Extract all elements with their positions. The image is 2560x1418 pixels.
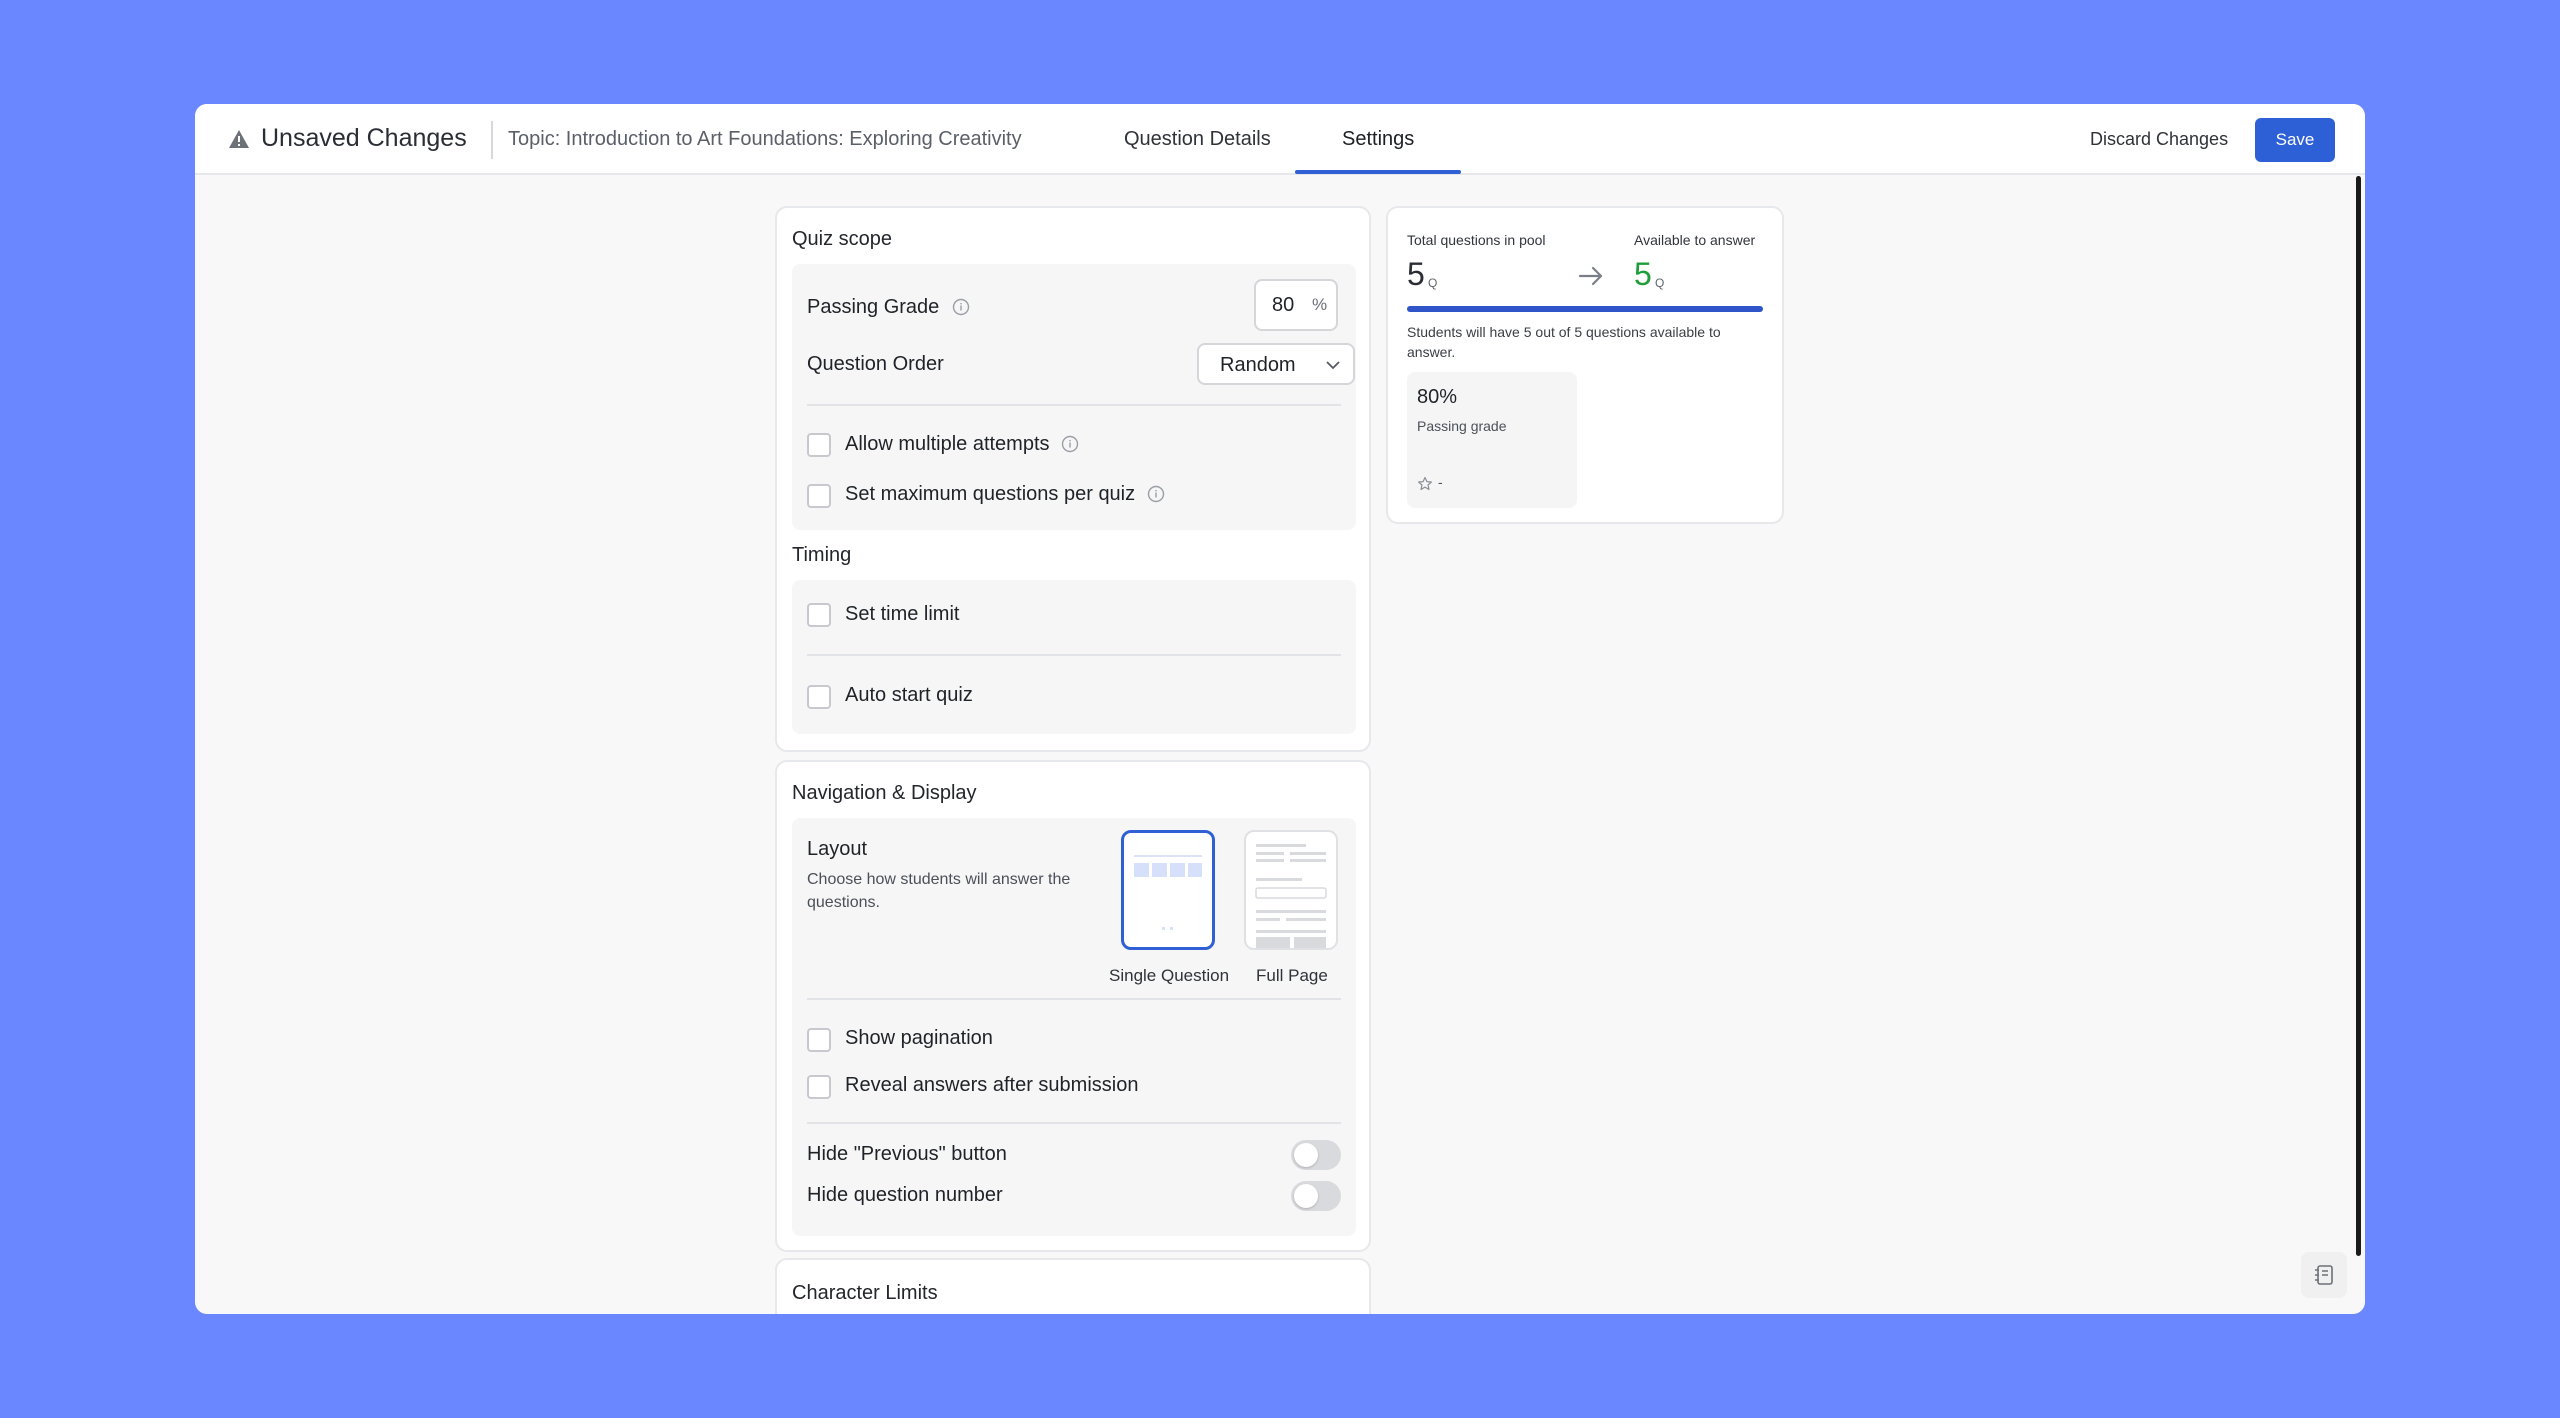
- passing-grade-caption: Passing grade: [1417, 418, 1507, 434]
- allow-multiple-attempts-label: Allow multiple attempts: [845, 433, 1050, 455]
- show-pagination-label: Show pagination: [845, 1027, 993, 1049]
- total-questions-value: 5: [1407, 256, 1425, 292]
- layout-option-full-page[interactable]: [1244, 830, 1338, 950]
- navigation-display-title: Navigation & Display: [792, 782, 977, 804]
- notes-icon: [2315, 1265, 2333, 1285]
- availability-progress-bar: [1407, 306, 1763, 312]
- single-question-preview-icon: [1134, 855, 1202, 930]
- navigation-panel: Layout Choose how students will answer t…: [792, 818, 1356, 1236]
- tab-settings[interactable]: Settings: [1342, 128, 1414, 151]
- set-max-questions-checkbox[interactable]: [807, 484, 831, 508]
- divider: [807, 998, 1341, 1000]
- allow-multiple-attempts-checkbox[interactable]: [807, 433, 831, 457]
- topic-breadcrumb: Topic: Introduction to Art Foundations: …: [508, 128, 1022, 150]
- reveal-answers-checkbox[interactable]: [807, 1075, 831, 1099]
- passing-grade-label: Passing Grade: [807, 296, 940, 318]
- passing-grade-summary: 80% Passing grade -: [1407, 372, 1577, 508]
- full-page-label: Full Page: [1256, 966, 1328, 985]
- question-order-select[interactable]: Random: [1197, 343, 1355, 385]
- hide-previous-label: Hide "Previous" button: [807, 1143, 1007, 1165]
- settings-window: Unsaved Changes Topic: Introduction to A…: [195, 104, 2365, 1314]
- unsaved-changes-title: Unsaved Changes: [261, 124, 467, 152]
- warning-icon: [229, 130, 249, 148]
- available-to-answer-label: Available to answer: [1634, 232, 1756, 248]
- show-pagination-checkbox[interactable]: [807, 1028, 831, 1052]
- reveal-answers-label: Reveal answers after submission: [845, 1074, 1139, 1096]
- availability-note: Students will have 5 out of 5 questions …: [1407, 324, 1721, 360]
- active-tab-indicator: [1295, 170, 1461, 174]
- question-pool-stats-card: Total questions in pool 5 Q Available to…: [1386, 206, 1784, 524]
- hide-previous-toggle[interactable]: [1291, 1140, 1341, 1170]
- discard-changes-button[interactable]: Discard Changes: [2090, 129, 2228, 150]
- info-icon[interactable]: [1061, 435, 1079, 453]
- auto-start-quiz-checkbox[interactable]: [807, 685, 831, 709]
- info-icon[interactable]: [1147, 485, 1165, 503]
- total-questions-label: Total questions in pool: [1407, 232, 1546, 248]
- save-button[interactable]: Save: [2255, 118, 2335, 162]
- header-divider: [491, 121, 493, 159]
- timing-title: Timing: [792, 544, 852, 566]
- navigation-display-card: Navigation & Display Layout Choose how s…: [775, 760, 1371, 1252]
- character-limits-title: Character Limits: [792, 1282, 938, 1304]
- passing-grade-percent: 80%: [1417, 386, 1458, 408]
- layout-option-single-question[interactable]: [1121, 830, 1215, 950]
- set-max-questions-label: Set maximum questions per quiz: [845, 483, 1136, 505]
- rating-value: -: [1438, 474, 1443, 490]
- available-to-answer-unit: Q: [1655, 276, 1665, 290]
- notes-button[interactable]: [2301, 1252, 2347, 1298]
- quiz-scope-title: Quiz scope: [792, 228, 893, 250]
- quiz-scope-card: Quiz scope Passing Grade 80 % Question O…: [775, 206, 1371, 752]
- chevron-down-icon: [1326, 361, 1340, 370]
- layout-description: Choose how students will answer the ques…: [807, 871, 1071, 911]
- info-icon[interactable]: [952, 298, 970, 316]
- divider: [807, 404, 1341, 406]
- passing-grade-value: 80: [1272, 294, 1295, 316]
- divider: [807, 654, 1341, 656]
- hide-question-number-label: Hide question number: [807, 1184, 1003, 1206]
- divider: [807, 1122, 1341, 1124]
- passing-grade-input[interactable]: 80 %: [1254, 279, 1338, 331]
- layout-label: Layout: [807, 838, 868, 860]
- auto-start-quiz-label: Auto start quiz: [845, 684, 973, 706]
- top-bar: Unsaved Changes Topic: Introduction to A…: [195, 104, 2365, 175]
- toggle-knob: [1294, 1184, 1318, 1208]
- character-limits-card: Character Limits: [775, 1258, 1371, 1314]
- hide-question-number-toggle[interactable]: [1291, 1181, 1341, 1211]
- question-order-label: Question Order: [807, 353, 944, 375]
- full-page-preview-icon: [1255, 844, 1327, 948]
- set-time-limit-checkbox[interactable]: [807, 603, 831, 627]
- quiz-scope-panel: Passing Grade 80 % Question Order Random…: [792, 264, 1356, 530]
- availability-progress-fill: [1407, 306, 1763, 312]
- star-icon: [1418, 476, 1432, 491]
- question-order-value: Random: [1220, 354, 1296, 376]
- timing-panel: Set time limit Auto start quiz: [792, 580, 1356, 734]
- tab-question-details[interactable]: Question Details: [1124, 128, 1271, 151]
- scrollbar[interactable]: [2356, 176, 2361, 1256]
- available-to-answer-value: 5: [1634, 256, 1652, 292]
- arrow-right-icon: [1578, 266, 1603, 286]
- percent-unit: %: [1312, 295, 1328, 314]
- total-questions-unit: Q: [1428, 276, 1438, 290]
- toggle-knob: [1294, 1143, 1318, 1167]
- set-time-limit-label: Set time limit: [845, 603, 960, 625]
- single-question-label: Single Question: [1109, 966, 1230, 985]
